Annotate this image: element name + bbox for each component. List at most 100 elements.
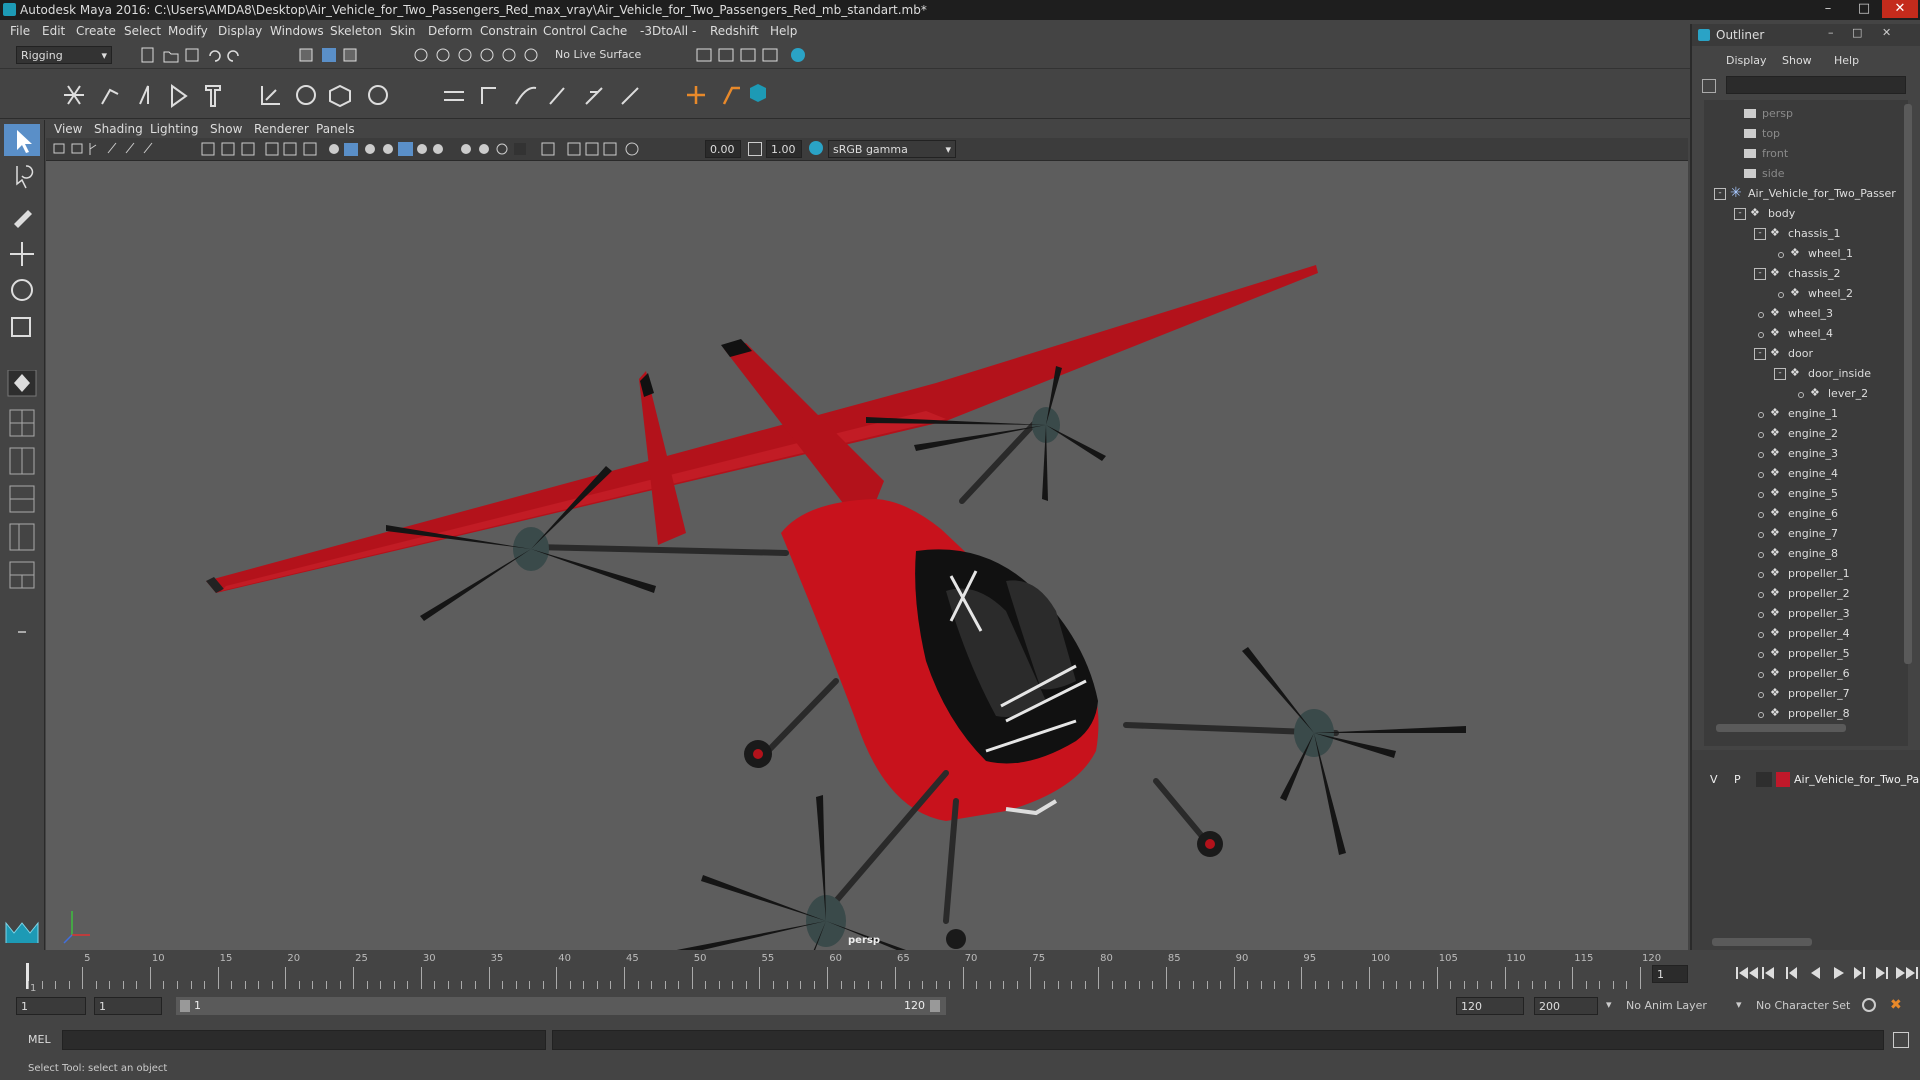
playback-start-field[interactable]: 1 [94,997,162,1015]
outliner-item[interactable]: ❖ engine_5 [1704,484,1908,504]
outliner-item[interactable]: ❖ propeller_8 [1704,704,1908,724]
close-button[interactable]: ✕ [1882,0,1918,18]
menu-constrain[interactable]: Constrain [480,24,538,38]
menu-help[interactable]: Help [770,24,797,38]
playback-end-field[interactable]: 120 [1456,997,1524,1015]
layer-hscrollbar[interactable] [1712,938,1812,946]
layer-empty-slot[interactable] [1756,772,1772,787]
layer-playback-toggle[interactable]: P [1734,773,1741,786]
auto-key-icon[interactable] [1862,998,1876,1012]
outliner-item[interactable]: ❖ lever_2 [1704,384,1908,404]
menu-display[interactable]: Display [218,24,262,38]
outliner-item[interactable]: ❖ propeller_7 [1704,684,1908,704]
gamma-field[interactable]: 1.00 [766,140,802,158]
panel-menu-view[interactable]: View [54,122,82,136]
chevron-down-icon[interactable]: ▾ [1606,998,1612,1011]
outliner-item[interactable]: ❖ engine_4 [1704,464,1908,484]
outliner-item[interactable]: - ❖ chassis_2 [1704,264,1908,284]
menu-edit[interactable]: Edit [42,24,65,38]
outliner-vscrollbar[interactable] [1904,104,1912,664]
current-frame-field[interactable]: 1 [1652,965,1688,983]
outliner-item[interactable]: ❖ engine_3 [1704,444,1908,464]
outliner-item[interactable]: ❖ engine_8 [1704,544,1908,564]
outliner-item[interactable]: ❖ propeller_5 [1704,644,1908,664]
menu-3dtoall[interactable]: -3DtoAll - [640,24,696,38]
outliner-close-button[interactable]: ✕ [1882,26,1891,39]
expand-toggle-icon[interactable]: - [1754,268,1766,280]
range-slider-end-handle[interactable] [930,1000,940,1012]
outliner-item[interactable]: - ❖ body [1704,204,1908,224]
expand-toggle-icon[interactable]: - [1774,368,1786,380]
menu-windows[interactable]: Windows [270,24,324,38]
layer-visible-toggle[interactable]: V [1710,773,1718,786]
outliner-item[interactable]: ❖ wheel_4 [1704,324,1908,344]
end-time-field[interactable]: 200 [1534,997,1598,1015]
outliner-item[interactable]: top [1704,124,1908,144]
character-set-dropdown[interactable]: No Character Set [1756,999,1850,1012]
outliner-item[interactable]: ❖ wheel_3 [1704,304,1908,324]
expand-toggle-icon[interactable]: - [1754,348,1766,360]
menu-set-dropdown[interactable]: Rigging ▾ [16,46,112,64]
time-slider[interactable]: 1 1 5 10 15 20 25 30 35 40 45 50 55 60 65 70 75 80 85 90 95… [0,951,1690,995]
start-time-field[interactable]: 1 [16,997,86,1015]
preferences-icon[interactable]: ✖ [1890,997,1906,1013]
anim-layer-dropdown[interactable]: No Anim Layer [1626,999,1707,1012]
live-surface-label[interactable]: No Live Surface [555,48,641,61]
outliner-item[interactable]: ❖ engine_7 [1704,524,1908,544]
outliner-hscrollbar[interactable] [1716,724,1846,732]
panel-menu-lighting[interactable]: Lighting [150,122,199,136]
menu-cache[interactable]: Cache [590,24,627,38]
mel-language-button[interactable]: MEL [28,1033,51,1046]
outliner-item[interactable]: ❖ propeller_6 [1704,664,1908,684]
outliner-item[interactable]: - ✳ Air_Vehicle_for_Two_Passer [1704,184,1908,204]
snap-icons[interactable] [412,46,542,64]
air-vehicle-model[interactable] [46,161,1688,950]
layer-color-swatch[interactable] [1776,772,1790,787]
range-slider[interactable]: 1 120 [176,997,946,1015]
playback-icons[interactable] [1730,961,1920,985]
expand-toggle-icon[interactable]: - [1734,208,1746,220]
minimize-button[interactable]: – [1810,0,1846,18]
panel-menu-renderer[interactable]: Renderer [254,122,309,136]
panel-toolbar-icons[interactable] [52,141,712,157]
layer-name[interactable]: Air_Vehicle_for_Two_Pa [1794,773,1919,786]
tool-icons[interactable] [4,124,40,354]
maximize-button[interactable]: □ [1846,0,1882,18]
outliner-menu-display[interactable]: Display [1726,54,1767,67]
rigging-shelf-icons[interactable] [16,78,776,112]
range-slider-start-handle[interactable] [180,1000,190,1012]
outliner-item[interactable]: ❖ engine_6 [1704,504,1908,524]
chevron-down-icon[interactable]: ▾ [1736,998,1742,1011]
menu-modify[interactable]: Modify [168,24,208,38]
panel-menu-shading[interactable]: Shading [94,122,143,136]
expand-toggle-icon[interactable]: - [1714,188,1726,200]
panel-menu-panels[interactable]: Panels [316,122,355,136]
outliner-item[interactable]: front [1704,144,1908,164]
exposure-field[interactable]: 0.00 [705,140,741,158]
colorspace-dropdown[interactable]: sRGB gamma ▾ [828,140,956,158]
outliner-item[interactable]: ❖ propeller_3 [1704,604,1908,624]
menu-file[interactable]: File [10,24,30,38]
color-management-icon[interactable] [809,141,823,155]
outliner-item[interactable]: - ❖ door [1704,344,1908,364]
expand-toggle-icon[interactable]: - [1754,228,1766,240]
outliner-item[interactable]: - ❖ door_inside [1704,364,1908,384]
menu-skeleton[interactable]: Skeleton [330,24,382,38]
outliner-menu-help[interactable]: Help [1834,54,1859,67]
outliner-minimize-button[interactable]: – [1828,26,1834,39]
outliner-item[interactable]: side [1704,164,1908,184]
outliner-item[interactable]: ❖ propeller_4 [1704,624,1908,644]
viewport-persp[interactable]: persp [46,161,1688,950]
layer-row[interactable]: V P Air_Vehicle_for_Two_Pa [1708,770,1920,790]
menu-skin[interactable]: Skin [390,24,416,38]
outliner-item[interactable]: persp [1704,104,1908,124]
outliner-item[interactable]: - ❖ chassis_1 [1704,224,1908,244]
script-editor-icon[interactable] [1893,1032,1909,1048]
panel-menu-show[interactable]: Show [210,122,242,136]
menu-redshift[interactable]: Redshift [710,24,759,38]
selection-mask-icons[interactable] [298,46,378,64]
outliner-maximize-button[interactable]: □ [1852,26,1862,39]
outliner-menu-show[interactable]: Show [1782,54,1812,67]
command-input[interactable] [62,1030,546,1050]
outliner-item[interactable]: ❖ wheel_1 [1704,244,1908,264]
